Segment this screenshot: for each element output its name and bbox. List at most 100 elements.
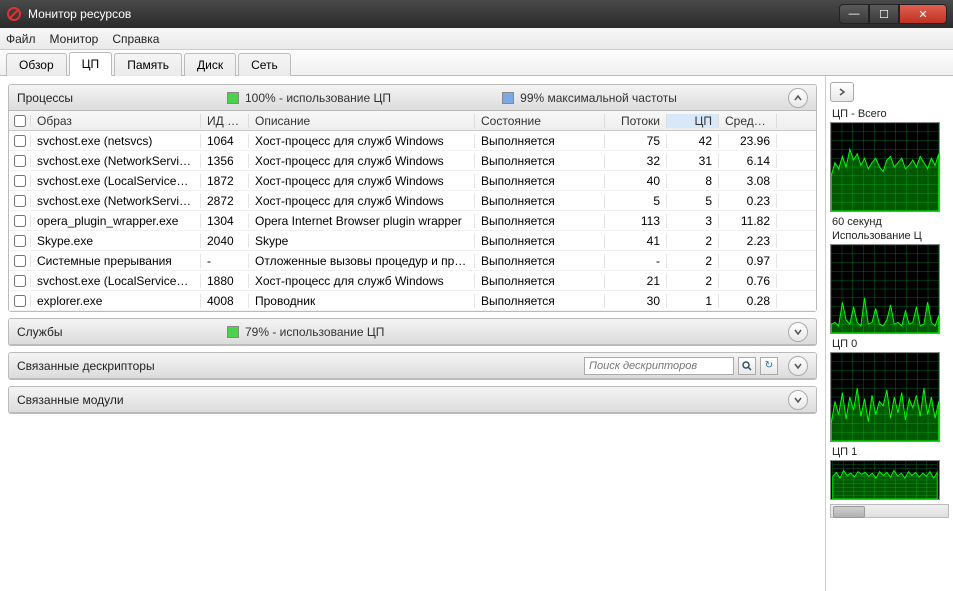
cell-desc: Проводник [249, 294, 475, 308]
cell-pid: 1064 [201, 134, 249, 148]
col-desc[interactable]: Описание [249, 114, 475, 128]
table-row[interactable]: svchost.exe (netsvcs)1064Хост-процесс дл… [9, 131, 816, 151]
panel-processes-title: Процессы [17, 91, 217, 105]
panel-modules-header[interactable]: Связанные модули [9, 387, 816, 413]
refresh-button[interactable]: ↻ [760, 357, 778, 375]
cell-avg: 0.76 [719, 274, 777, 288]
row-checkbox[interactable] [14, 195, 26, 207]
col-image[interactable]: Образ [31, 114, 201, 128]
close-button[interactable]: ✕ [899, 4, 947, 24]
search-button[interactable] [738, 357, 756, 375]
cell-threads: 21 [605, 274, 667, 288]
tab-overview[interactable]: Обзор [6, 53, 67, 76]
row-checkbox[interactable] [14, 255, 26, 267]
col-threads[interactable]: Потоки [605, 114, 667, 128]
tab-cpu[interactable]: ЦП [69, 52, 113, 76]
cell-state: Выполняется [475, 174, 605, 188]
cell-pid: 2872 [201, 194, 249, 208]
select-all-checkbox[interactable] [14, 115, 26, 127]
table-row[interactable]: svchost.exe (LocalServiceNo...1880Хост-п… [9, 271, 816, 291]
cell-threads: 40 [605, 174, 667, 188]
chevron-down-icon [793, 361, 803, 371]
cell-threads: 75 [605, 134, 667, 148]
cell-cpu: 3 [667, 214, 719, 228]
table-row[interactable]: svchost.exe (NetworkService...2872Хост-п… [9, 191, 816, 211]
panel-modules-title: Связанные модули [17, 393, 124, 407]
table-row[interactable]: opera_plugin_wrapper.exe1304Opera Intern… [9, 211, 816, 231]
tab-network[interactable]: Сеть [238, 53, 291, 76]
graph-cpu-usage [830, 244, 940, 334]
cell-desc: Skype [249, 234, 475, 248]
cell-image: explorer.exe [31, 294, 201, 308]
cell-cpu: 1 [667, 294, 719, 308]
cell-desc: Отложенные вызовы процедур и про... [249, 254, 475, 268]
panel-services-header[interactable]: Службы 79% - использование ЦП [9, 319, 816, 345]
cell-desc: Хост-процесс для служб Windows [249, 154, 475, 168]
search-input[interactable] [584, 357, 734, 375]
menu-monitor[interactable]: Монитор [50, 32, 99, 46]
maximize-button[interactable]: ☐ [869, 4, 899, 24]
expand-modules-button[interactable] [788, 390, 808, 410]
cell-pid: 1304 [201, 214, 249, 228]
cell-avg: 23.96 [719, 134, 777, 148]
chevron-down-icon [793, 395, 803, 405]
table-row[interactable]: explorer.exe4008ПроводникВыполняется3010… [9, 291, 816, 311]
cell-image: svchost.exe (NetworkService) [31, 154, 201, 168]
panel-services-title: Службы [17, 325, 217, 339]
cell-avg: 3.08 [719, 174, 777, 188]
collapse-processes-button[interactable] [788, 88, 808, 108]
cell-avg: 6.14 [719, 154, 777, 168]
row-checkbox[interactable] [14, 155, 26, 167]
row-checkbox[interactable] [14, 295, 26, 307]
graph-sub1: 60 секунд [832, 216, 949, 228]
table-row[interactable]: Skype.exe2040SkypeВыполняется4122.23 [9, 231, 816, 251]
col-state[interactable]: Состояние [475, 114, 605, 128]
cell-threads: 5 [605, 194, 667, 208]
cell-desc: Хост-процесс для служб Windows [249, 274, 475, 288]
tab-bar: Обзор ЦП Память Диск Сеть [0, 50, 953, 76]
cell-pid: 1872 [201, 174, 249, 188]
tab-disk[interactable]: Диск [184, 53, 236, 76]
cell-avg: 0.23 [719, 194, 777, 208]
row-checkbox[interactable] [14, 275, 26, 287]
col-cpu[interactable]: ЦП [667, 114, 719, 128]
cell-image: Skype.exe [31, 234, 201, 248]
cell-desc: Opera Internet Browser plugin wrapper [249, 214, 475, 228]
row-checkbox[interactable] [14, 235, 26, 247]
expand-handles-button[interactable] [788, 356, 808, 376]
tab-memory[interactable]: Память [114, 53, 182, 76]
col-pid[interactable]: ИД п... [201, 114, 249, 128]
panel-processes-header[interactable]: Процессы 100% - использование ЦП 99% мак… [9, 85, 816, 111]
cell-state: Выполняется [475, 274, 605, 288]
cell-cpu: 2 [667, 274, 719, 288]
expand-services-button[interactable] [788, 322, 808, 342]
minimize-button[interactable]: — [839, 4, 869, 24]
col-avg[interactable]: Средн... [719, 114, 777, 128]
table-row[interactable]: svchost.exe (LocalServiceAn...1872Хост-п… [9, 171, 816, 191]
row-checkbox[interactable] [14, 175, 26, 187]
panel-handles: Связанные дескрипторы ↻ [8, 352, 817, 380]
table-header: Образ ИД п... Описание Состояние Потоки … [9, 111, 816, 131]
graph-total-title: ЦП - Всего [832, 108, 949, 120]
row-checkbox[interactable] [14, 215, 26, 227]
graph-cpu1 [830, 460, 940, 500]
green-square-icon [227, 92, 239, 104]
cpu-usage-stat: 100% - использование ЦП [227, 91, 391, 105]
side-collapse-button[interactable] [830, 82, 854, 102]
menu-file[interactable]: Файл [6, 32, 36, 46]
table-row[interactable]: svchost.exe (NetworkService)1356Хост-про… [9, 151, 816, 171]
menu-help[interactable]: Справка [112, 32, 159, 46]
cell-image: svchost.exe (netsvcs) [31, 134, 201, 148]
row-checkbox[interactable] [14, 135, 26, 147]
cell-state: Выполняется [475, 134, 605, 148]
cell-pid: 4008 [201, 294, 249, 308]
side-scrollbar[interactable] [830, 504, 949, 518]
window-title: Монитор ресурсов [28, 7, 839, 21]
panel-handles-header[interactable]: Связанные дескрипторы ↻ [9, 353, 816, 379]
table-row[interactable]: Системные прерывания-Отложенные вызовы п… [9, 251, 816, 271]
cell-desc: Хост-процесс для служб Windows [249, 174, 475, 188]
app-icon [6, 6, 22, 22]
chevron-right-icon [837, 87, 847, 97]
cell-image: opera_plugin_wrapper.exe [31, 214, 201, 228]
cell-state: Выполняется [475, 214, 605, 228]
